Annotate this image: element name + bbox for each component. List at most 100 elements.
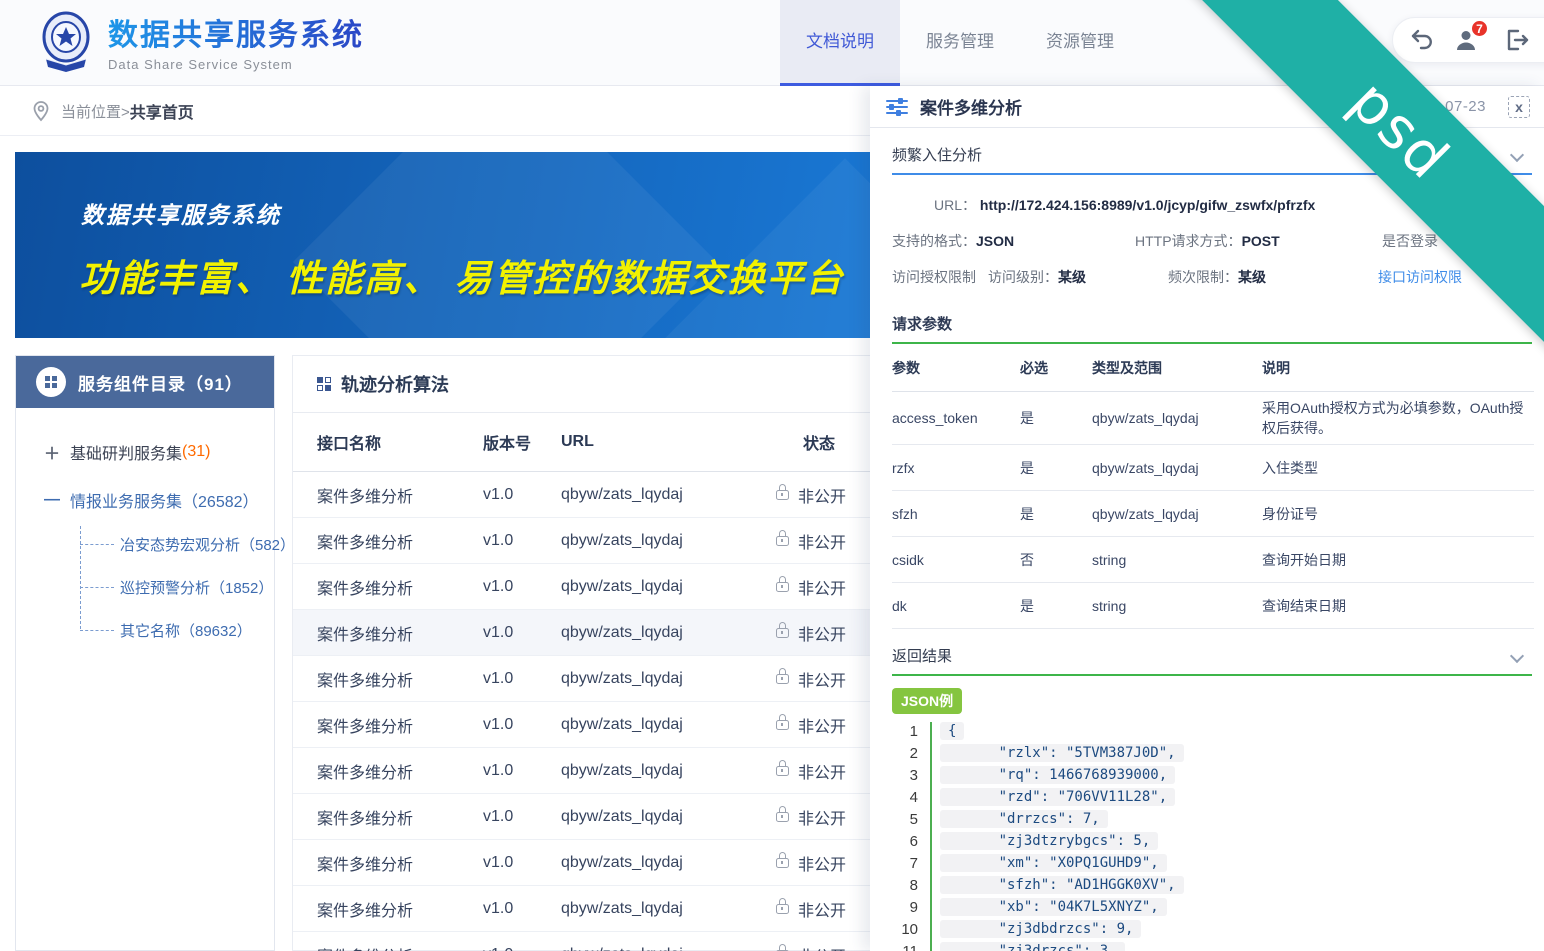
cell-interface-name: 案件多维分析	[317, 667, 483, 691]
login-label: 是否登录	[1382, 231, 1438, 251]
lock-icon	[776, 674, 789, 684]
cell-desc: 采用OAuth授权方式为必填参数，OAuth授权后获得。	[1262, 392, 1534, 444]
banner-decor	[293, 152, 717, 338]
lock-icon	[776, 766, 789, 776]
lock-icon	[776, 720, 789, 730]
code-text: "drrzcs": 7,	[940, 810, 1108, 828]
tab-docs[interactable]: 文档说明	[780, 0, 900, 86]
undo-icon[interactable]	[1407, 25, 1437, 55]
status-text: 非公开	[798, 575, 846, 599]
tree-leaf-item[interactable]: 其它名称（89632）	[80, 620, 274, 641]
cell-version: v1.0	[483, 624, 561, 642]
cell-version: v1.0	[483, 486, 561, 504]
collapse-icon[interactable]: —	[44, 491, 62, 509]
close-icon[interactable]: x	[1508, 96, 1530, 118]
tree-leaf-item[interactable]: 冶安态势宏观分析（582）	[80, 534, 274, 555]
col-interface-name: 接口名称	[317, 430, 483, 454]
access-permission-link[interactable]: 接口访问权限	[1378, 267, 1462, 287]
catalog-grid-icon	[36, 367, 66, 397]
tree-children: 冶安态势宏观分析（582） 巡控预警分析（1852） 其它名称（89632）	[80, 534, 274, 645]
col-param: 参数	[892, 358, 1020, 378]
line-number: 11	[892, 943, 918, 951]
method-value: POST	[1242, 233, 1280, 249]
sidebar: 服务组件目录（91） ＋ 基础研判服务集 (31) — 情报业务服务集 （265…	[15, 355, 275, 951]
tree-node-label: 情报业务服务集	[70, 488, 182, 512]
tab-resource-mgmt[interactable]: 资源管理	[1020, 0, 1140, 86]
freq-value: 某级	[1238, 269, 1266, 285]
cell-url: qbyw/zats_lqydaj	[561, 900, 776, 918]
chevron-down-icon[interactable]	[1510, 147, 1524, 161]
code-text: "sfzh": "AD1HGGK0XV",	[940, 876, 1184, 894]
code-line: 9 "xb": "04K7L5XNYZ",	[892, 896, 1544, 918]
cell-interface-name: 案件多维分析	[317, 621, 483, 645]
tree-node-intel[interactable]: — 情报业务服务集 （26582）	[44, 488, 274, 512]
format-value: JSON	[976, 233, 1014, 249]
cell-desc: 查询开始日期	[1262, 544, 1534, 576]
code-line: 6 "zj3dtzrybgcs": 5,	[892, 830, 1544, 852]
tree-node-basic[interactable]: ＋ 基础研判服务集 (31)	[44, 440, 274, 464]
code-lines: 1{2 "rzlx": "5TVM387J0D",3 "rq": 1466768…	[892, 720, 1544, 951]
logout-icon[interactable]	[1503, 25, 1533, 55]
code-text: "rq": 1466768939000,	[940, 766, 1175, 784]
code-text: "zj3dtzrybgcs": 5,	[940, 832, 1158, 850]
table-grid-icon	[317, 377, 331, 391]
code-line: 1{	[892, 720, 1544, 742]
line-number: 5	[892, 811, 918, 828]
cell-interface-name: 案件多维分析	[317, 943, 483, 951]
cell-status: 非公开	[776, 529, 846, 553]
tab-service-mgmt[interactable]: 服务管理	[900, 0, 1020, 86]
service-table-title: 轨迹分析算法	[341, 371, 449, 397]
green-divider	[892, 674, 1532, 676]
brand-text: 数据共享服务系统 Data Share Service System	[108, 10, 364, 72]
param-row: rzfx是qbyw/zats_lqydaj入住类型	[892, 445, 1534, 491]
line-number: 9	[892, 899, 918, 916]
code-line: 8 "sfzh": "AD1HGGK0XV",	[892, 874, 1544, 896]
lock-icon	[776, 904, 789, 914]
col-version: 版本号	[483, 430, 561, 454]
cell-version: v1.0	[483, 762, 561, 780]
tree-node-count: (31)	[182, 443, 210, 461]
level-label: 访问级别：	[988, 269, 1058, 285]
cell-version: v1.0	[483, 946, 561, 951]
sidebar-title: 服务组件目录（91）	[78, 370, 243, 395]
app-root: 数据共享服务系统 Data Share Service System 文档说明服…	[0, 0, 1544, 951]
lock-icon	[776, 628, 789, 638]
col-url: URL	[561, 433, 776, 451]
app-title: 数据共享服务系统	[108, 10, 364, 54]
cell-status: 非公开	[776, 805, 846, 829]
service-tree: ＋ 基础研判服务集 (31) — 情报业务服务集 （26582） 冶安态势宏观分…	[16, 408, 274, 645]
param-row: dk是string查询结束日期	[892, 583, 1534, 629]
lock-icon	[776, 490, 789, 500]
cell-status: 非公开	[776, 667, 846, 691]
banner-title: 数据共享服务系统	[81, 196, 281, 230]
status-text: 非公开	[798, 483, 846, 507]
cell-type: string	[1092, 552, 1262, 568]
cell-status: 非公开	[776, 713, 846, 737]
expand-icon[interactable]: ＋	[44, 440, 62, 464]
code-line: 10 "zj3dbdrzcs": 9,	[892, 918, 1544, 940]
lock-icon	[776, 536, 789, 546]
location-pin-icon	[33, 101, 49, 121]
cell-interface-name: 案件多维分析	[317, 851, 483, 875]
lock-icon	[776, 582, 789, 592]
line-number: 10	[892, 921, 918, 938]
code-line: 4 "rzd": "706VV11L28",	[892, 786, 1544, 808]
cell-url: qbyw/zats_lqydaj	[561, 486, 776, 504]
cell-param: access_token	[892, 410, 1020, 426]
breadcrumb-current[interactable]: 共享首页	[130, 99, 194, 123]
cell-status: 非公开	[776, 483, 846, 507]
tree-leaf-item[interactable]: 巡控预警分析（1852）	[80, 577, 274, 598]
chevron-down-icon[interactable]	[1510, 648, 1524, 662]
user-icon[interactable]: 7	[1451, 25, 1481, 55]
status-text: 非公开	[798, 943, 846, 951]
url-label: URL：	[934, 197, 976, 213]
cell-type: qbyw/zats_lqydaj	[1092, 460, 1262, 476]
cell-url: qbyw/zats_lqydaj	[561, 854, 776, 872]
params-heading: 请求参数	[892, 313, 1544, 334]
lock-icon	[776, 858, 789, 868]
code-text: "rzd": "706VV11L28",	[940, 788, 1175, 806]
panel-title: 案件多维分析	[920, 94, 1022, 119]
header-action-pill: 7	[1392, 17, 1544, 63]
col-status: 状态	[776, 430, 835, 454]
cell-param: csidk	[892, 552, 1020, 568]
